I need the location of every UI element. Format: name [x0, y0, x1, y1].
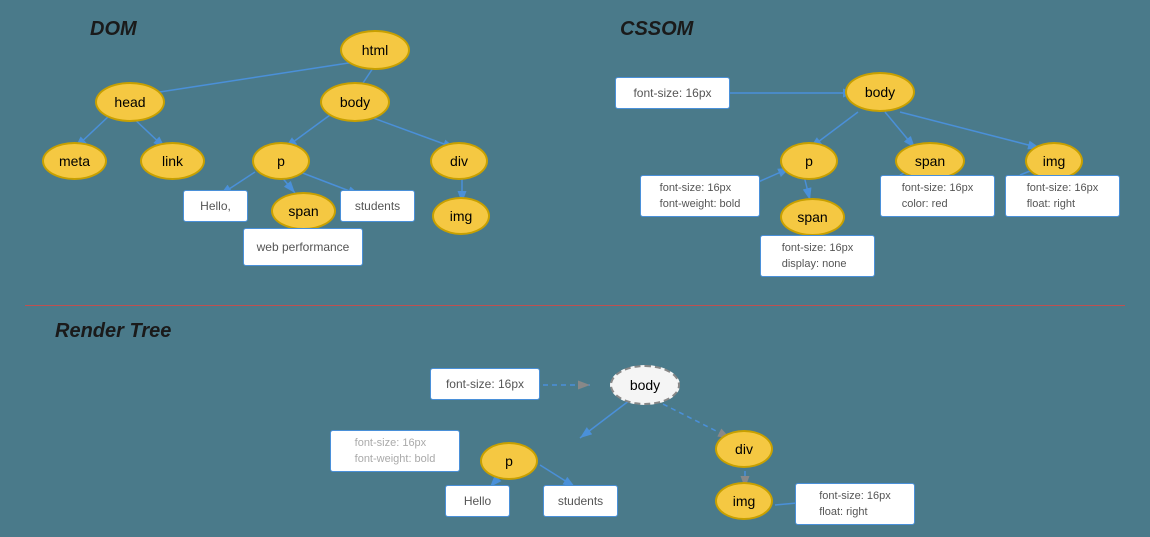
dom-node-head: head: [95, 82, 165, 122]
render-node-p: p: [480, 442, 538, 480]
render-rect-hello: Hello: [445, 485, 510, 517]
dom-rect-web-performance: web performance: [243, 228, 363, 266]
render-rect-body-style: font-size: 16px: [430, 368, 540, 400]
dom-rect-hello: Hello,: [183, 190, 248, 222]
cssom-node-body: body: [845, 72, 915, 112]
dom-title: DOM: [90, 18, 137, 41]
section-divider: [25, 305, 1125, 306]
dom-node-div: div: [430, 142, 488, 180]
dom-rect-students: students: [340, 190, 415, 222]
render-tree-title: Render Tree: [55, 320, 171, 343]
dom-node-html: html: [340, 30, 410, 70]
render-node-img: img: [715, 482, 773, 520]
cssom-rect-span-inner-style: font-size: 16px display: none: [760, 235, 875, 277]
render-node-body: body: [610, 365, 680, 405]
render-rect-p-style: font-size: 16px font-weight: bold: [330, 430, 460, 472]
cssom-title: CSSOM: [620, 18, 693, 41]
cssom-node-p: p: [780, 142, 838, 180]
dom-node-body: body: [320, 82, 390, 122]
cssom-node-span-inner: span: [780, 198, 845, 236]
render-rect-students: students: [543, 485, 618, 517]
render-node-div: div: [715, 430, 773, 468]
dom-node-span: span: [271, 192, 336, 230]
dom-node-img: img: [432, 197, 490, 235]
cssom-rect-body-style: font-size: 16px: [615, 77, 730, 109]
cssom-rect-img-style: font-size: 16px float: right: [1005, 175, 1120, 217]
cssom-rect-p-style: font-size: 16px font-weight: bold: [640, 175, 760, 217]
dom-node-p: p: [252, 142, 310, 180]
render-rect-img-style: font-size: 16px float: right: [795, 483, 915, 525]
cssom-rect-span-style: font-size: 16px color: red: [880, 175, 995, 217]
dom-node-meta: meta: [42, 142, 107, 180]
dom-node-link: link: [140, 142, 205, 180]
